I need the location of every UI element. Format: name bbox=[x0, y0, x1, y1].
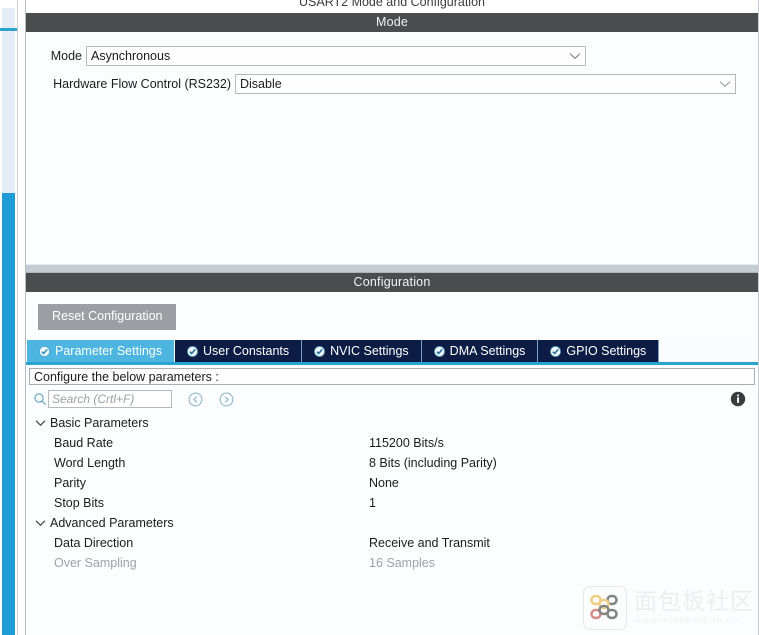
chevron-down-icon bbox=[715, 80, 735, 88]
tab-nvic-settings[interactable]: NVIC Settings bbox=[302, 340, 422, 362]
hardware-flow-control-field-row: Hardware Flow Control (RS232) Disable bbox=[26, 73, 758, 94]
tab-gpio-settings[interactable]: GPIO Settings bbox=[538, 340, 660, 362]
app-root: USART2 Mode and Configuration Mode Mode … bbox=[0, 0, 759, 635]
check-circle-icon bbox=[550, 345, 562, 357]
section-title-text: USART2 Mode and Configuration bbox=[299, 0, 485, 9]
chevron-down-icon[interactable] bbox=[32, 415, 48, 431]
check-circle-icon bbox=[39, 345, 50, 357]
configuration-panel-body: Reset Configuration Parameter Settings Us… bbox=[26, 292, 758, 635]
tab-parameter-settings[interactable]: Parameter Settings bbox=[27, 340, 175, 362]
check-circle-icon bbox=[314, 345, 326, 357]
scrollbar-top-cap bbox=[2, 0, 15, 8]
tab-label: User Constants bbox=[203, 344, 290, 358]
chevron-down-icon bbox=[565, 52, 585, 60]
mode-field-row: Mode Asynchronous bbox=[26, 45, 758, 66]
panel-gutter bbox=[18, 0, 26, 635]
mode-select[interactable]: Asynchronous bbox=[86, 45, 586, 66]
tab-label: Parameter Settings bbox=[55, 344, 162, 358]
hardware-flow-control-select[interactable]: Disable bbox=[235, 73, 736, 94]
tab-label: NVIC Settings bbox=[330, 344, 409, 358]
chevron-left-circle-icon[interactable] bbox=[188, 392, 203, 407]
parameter-name: Baud Rate bbox=[54, 436, 114, 450]
mode-panel-body: Mode Asynchronous Hardware Flow Control … bbox=[26, 32, 758, 264]
tab-label: DMA Settings bbox=[449, 344, 526, 358]
chevron-right-circle-icon[interactable] bbox=[219, 392, 234, 407]
parameter-group-row[interactable]: Advanced Parameters bbox=[26, 513, 758, 533]
tab-label: GPIO Settings bbox=[566, 344, 647, 358]
tabstrip-underline bbox=[26, 362, 758, 365]
panel-splitter[interactable] bbox=[26, 264, 758, 273]
configuration-tabstrip: Parameter Settings User Constants NVIC Set… bbox=[26, 340, 758, 362]
parameter-name: Stop Bits bbox=[54, 496, 105, 510]
left-vertical-scrollbar[interactable] bbox=[0, 0, 18, 635]
parameter-name: Word Length bbox=[54, 456, 126, 470]
parameter-name: Data Direction bbox=[54, 536, 134, 550]
parameter-value[interactable]: 8 Bits (including Parity) bbox=[369, 456, 497, 470]
search-input[interactable] bbox=[48, 390, 172, 408]
parameter-row[interactable]: Word Length 8 Bits (including Parity) bbox=[26, 453, 758, 473]
scrollbar-accent-marker bbox=[0, 28, 17, 31]
mode-panel-header: Mode bbox=[26, 13, 758, 32]
parameter-row[interactable]: Data Direction Receive and Transmit bbox=[26, 533, 758, 553]
reset-configuration-button[interactable]: Reset Configuration bbox=[38, 304, 177, 330]
mode-panel: Mode Mode Asynchronous Hardware Flow Con… bbox=[26, 13, 758, 264]
mode-field-label: Mode bbox=[50, 48, 82, 63]
reset-configuration-row: Reset Configuration bbox=[26, 292, 758, 340]
parameter-name: Basic Parameters bbox=[50, 416, 149, 430]
parameter-group-row[interactable]: Basic Parameters bbox=[26, 413, 758, 433]
tab-user-constants[interactable]: User Constants bbox=[175, 340, 303, 362]
configuration-panel: Configuration Reset Configuration Parame… bbox=[26, 273, 758, 635]
hardware-flow-control-label: Hardware Flow Control (RS232) bbox=[53, 76, 231, 91]
panel-stack: USART2 Mode and Configuration Mode Mode … bbox=[26, 0, 759, 635]
parameter-search-row bbox=[26, 385, 758, 411]
parameter-row[interactable]: Stop Bits 1 bbox=[26, 493, 758, 513]
hardware-flow-control-value: Disable bbox=[240, 76, 282, 91]
parameter-value[interactable]: 1 bbox=[369, 496, 376, 510]
parameter-row[interactable]: Over Sampling 16 Samples bbox=[26, 553, 758, 573]
chevron-down-icon[interactable] bbox=[32, 515, 48, 531]
parameter-value[interactable]: 115200 Bits/s bbox=[369, 436, 444, 450]
parameter-value[interactable]: 16 Samples bbox=[369, 556, 435, 570]
check-circle-icon bbox=[187, 345, 198, 357]
configure-parameters-banner: Configure the below parameters : bbox=[29, 368, 755, 385]
check-circle-icon bbox=[433, 345, 445, 357]
tab-dma-settings[interactable]: DMA Settings bbox=[421, 340, 539, 362]
parameter-row[interactable]: Baud Rate 115200 Bits/s bbox=[26, 433, 758, 453]
parameter-tree: Basic Parameters Baud Rate 115200 Bits/s Wo… bbox=[26, 411, 758, 635]
search-icon bbox=[32, 392, 48, 406]
mode-select-value: Asynchronous bbox=[91, 48, 171, 63]
parameter-value[interactable]: Receive and Transmit bbox=[369, 536, 490, 550]
parameter-row[interactable]: Parity None bbox=[26, 473, 758, 493]
info-circle-icon[interactable] bbox=[730, 391, 746, 407]
parameter-value[interactable]: None bbox=[369, 476, 399, 490]
parameter-name: Advanced Parameters bbox=[50, 516, 174, 530]
configuration-panel-header: Configuration bbox=[26, 273, 758, 292]
parameter-name: Parity bbox=[54, 476, 86, 490]
scrollbar-thumb[interactable] bbox=[2, 193, 15, 635]
parameter-name: Over Sampling bbox=[54, 556, 137, 570]
section-title: USART2 Mode and Configuration bbox=[26, 0, 758, 13]
